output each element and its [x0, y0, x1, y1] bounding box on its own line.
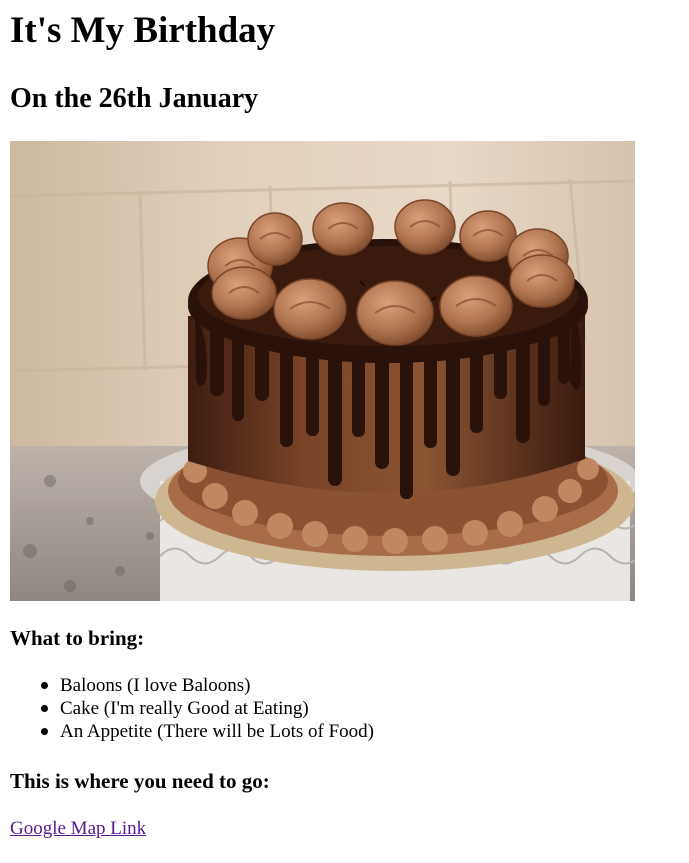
list-item-label: Cake (I'm really Good at Eating) [60, 698, 309, 719]
list-item-label: Baloons (I love Baloons) [60, 675, 251, 696]
list-item: Cake (I'm really Good at Eating) [41, 697, 374, 720]
bullet-icon [41, 705, 48, 712]
cake-image [10, 141, 635, 601]
google-map-link[interactable]: Google Map Link [10, 817, 146, 840]
directions-heading: This is where you need to go: [10, 769, 270, 793]
page-title: It's My Birthday [10, 10, 276, 51]
page-subtitle: On the 26th January [10, 83, 259, 114]
list-item: An Appetite (There will be Lots of Food) [41, 720, 374, 743]
bring-heading: What to bring: [10, 626, 145, 650]
bullet-icon [41, 682, 48, 689]
list-item: Baloons (I love Baloons) [41, 674, 374, 697]
bullet-icon [41, 728, 48, 735]
list-item-label: An Appetite (There will be Lots of Food) [60, 721, 374, 742]
bring-list: Baloons (I love Baloons) Cake (I'm reall… [0, 674, 374, 743]
